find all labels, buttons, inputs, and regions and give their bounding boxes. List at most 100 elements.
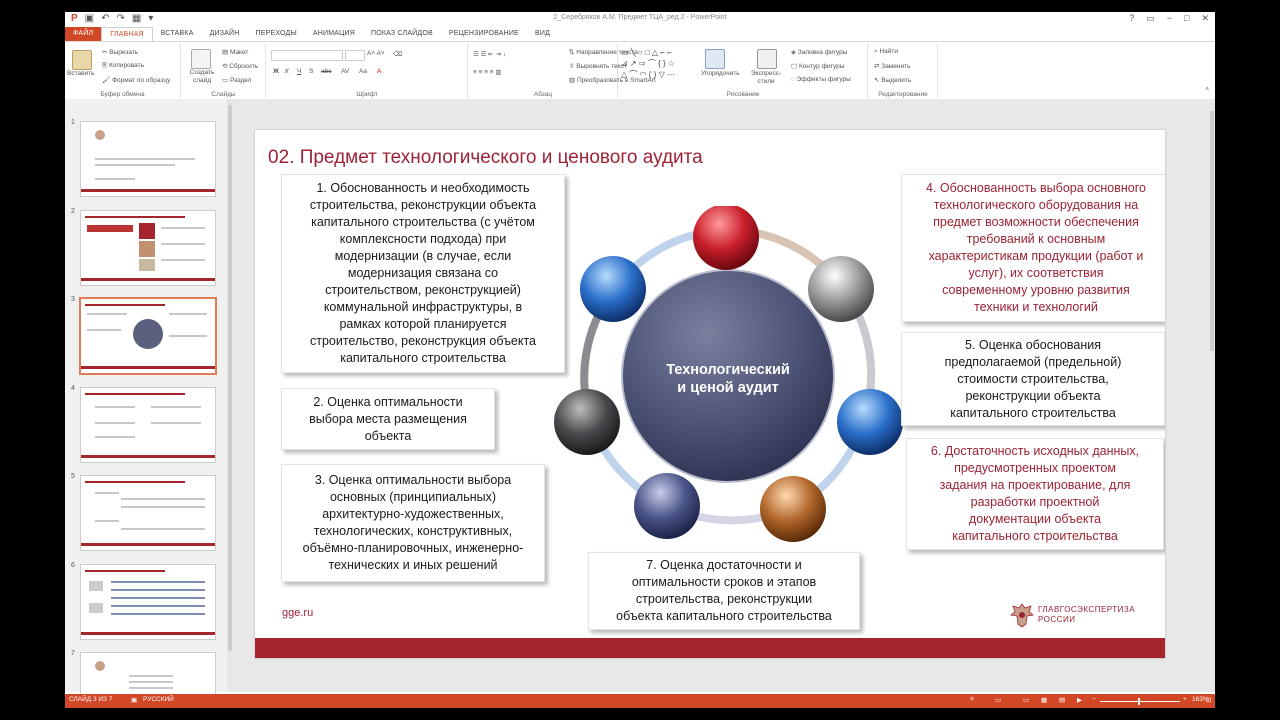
reading-view-icon[interactable]: ▤ (1059, 696, 1065, 704)
help-button[interactable]: ? (1129, 12, 1134, 25)
change-case-button[interactable]: Aa (359, 68, 367, 75)
fit-slide-icon[interactable]: ⊡ (1206, 696, 1211, 704)
quick-styles-button[interactable]: Экспресс-стили (747, 70, 785, 86)
italic-button[interactable]: К (285, 68, 289, 75)
language-indicator[interactable]: РУССКИЙ (143, 696, 174, 703)
replace-button[interactable]: ⇄ Заменить (874, 62, 910, 70)
maximize-button[interactable]: □ (1184, 12, 1189, 25)
reset-button[interactable]: ⟲ Сбросить (222, 62, 258, 70)
box-line: требований к основным (966, 232, 1106, 246)
thumbnail-row[interactable]: 5 (65, 473, 225, 551)
tab-file[interactable]: ФАЙЛ (65, 27, 102, 41)
criterion-2-text: 2. Оценка оптимальности выбора места раз… (309, 394, 467, 445)
thumbnail-number: 6 (71, 562, 75, 569)
criterion-box-2[interactable]: 2. Оценка оптимальности выбора места раз… (281, 388, 495, 450)
slide-thumbnail[interactable] (80, 121, 216, 197)
section-button[interactable]: ▭ Раздел (222, 76, 251, 84)
criterion-box-6[interactable]: 6. Достаточность исходных данных, предус… (906, 438, 1164, 550)
editor-scrollbar-knob[interactable] (1210, 111, 1214, 351)
slide-thumbnail[interactable] (80, 475, 216, 551)
audit-cycle-diagram[interactable]: Технологический и ценой аудит (553, 206, 903, 546)
comments-icon[interactable]: ▭ (995, 696, 1001, 704)
slide-canvas[interactable]: 02. Предмет технологического и ценового … (255, 130, 1165, 658)
orb-blue-right (837, 389, 903, 455)
slide-thumbnail[interactable] (80, 564, 216, 640)
thumbnail-row[interactable]: 4 (65, 385, 225, 463)
font-name-field[interactable] (271, 50, 343, 61)
shape-fill-button[interactable]: ◈ Заливка фигуры (791, 48, 847, 56)
new-slide-button[interactable]: Создать слайд (185, 69, 219, 85)
criterion-box-7[interactable]: 7. Оценка достаточности и оптимальности … (588, 552, 860, 630)
copy-button[interactable]: ⎘ Копировать (102, 62, 144, 70)
slide-thumbnail[interactable] (80, 210, 216, 286)
find-button[interactable]: ⌕ Найти (874, 48, 898, 56)
clear-format-icon[interactable]: ⌫ (393, 50, 402, 58)
ribbon-options-icon[interactable]: ▭ (1146, 12, 1155, 25)
shape-outline-button[interactable]: ▢ Контур фигуры (791, 62, 844, 70)
notes-icon[interactable]: ≡ (970, 696, 974, 703)
strikethrough-button[interactable]: abc (321, 68, 331, 75)
zoom-in-icon[interactable]: + (1183, 696, 1187, 703)
spellcheck-icon[interactable]: ▣ (131, 696, 137, 704)
cut-button[interactable]: ✂ Вырезать (102, 48, 138, 56)
layout-button[interactable]: ▤ Макет (222, 48, 248, 56)
slide-sorter-icon[interactable]: ▦ (1041, 696, 1047, 704)
criterion-box-4[interactable]: 4. Обоснованность выбора основного техно… (901, 174, 1165, 322)
website-link[interactable]: gge.ru (282, 607, 313, 619)
tab-home[interactable]: ГЛАВНАЯ (101, 27, 153, 41)
underline-button[interactable]: Ч (297, 68, 301, 75)
zoom-out-icon[interactable]: − (1092, 696, 1096, 703)
new-slide-icon[interactable] (191, 49, 211, 69)
slide-title[interactable]: 02. Предмет технологического и ценового … (268, 147, 703, 169)
tab-transitions[interactable]: ПЕРЕХОДЫ (248, 27, 305, 41)
shape-effects-button[interactable]: ◌ Эффекты фигуры (791, 76, 851, 83)
thumbnail-row[interactable]: 1 (65, 119, 225, 197)
zoom-slider-knob[interactable] (1138, 698, 1140, 705)
thumbnail-number: 1 (71, 119, 75, 126)
tab-review[interactable]: РЕЦЕНЗИРОВАНИЕ (441, 27, 527, 41)
tab-view[interactable]: ВИД (527, 27, 558, 41)
font-size-field[interactable] (345, 50, 365, 61)
criterion-box-1[interactable]: 1. Обоснованность и необходимость строит… (281, 174, 565, 373)
shadow-button[interactable]: S (309, 68, 313, 75)
shapes-gallery[interactable]: ▭ ╲ ○ □ △ ⌐ ⌐ ⊿ ↗ ⇨ ⌒ { } ☆ △ ⌒ ◠ ( ) ▽ ⋯ (621, 47, 675, 80)
paste-icon[interactable] (72, 50, 92, 70)
select-button[interactable]: ↖ Выделить (874, 76, 911, 84)
font-color-button[interactable]: A (377, 68, 381, 75)
copy-label: Копировать (109, 62, 145, 69)
minimize-button[interactable]: − (1167, 12, 1172, 25)
quick-styles-icon[interactable] (757, 49, 777, 69)
grow-font-icon[interactable]: A˄ A˅ (367, 50, 385, 57)
arrange-button[interactable]: Упорядочить (701, 70, 740, 77)
criterion-box-3[interactable]: 3. Оценка оптимальности выбора основных … (281, 464, 545, 582)
thumbnail-row-selected[interactable]: 3 (65, 296, 225, 375)
thumbnail-line (121, 528, 205, 530)
tab-slideshow[interactable]: ПОКАЗ СЛАЙДОВ (363, 27, 441, 41)
close-button[interactable]: ✕ (1201, 12, 1209, 25)
paste-button[interactable]: Вставить (67, 70, 95, 77)
tab-insert[interactable]: ВСТАВКА (153, 27, 202, 41)
thumbnail-line (111, 589, 205, 591)
format-painter-button[interactable]: 🖌 Формат по образцу (102, 76, 170, 84)
criterion-box-5[interactable]: 5. Оценка обоснования предполагаемой (пр… (901, 332, 1165, 426)
align-icons[interactable]: ≡ ≡ ≡ ≡ ▥ (473, 68, 502, 76)
bold-button[interactable]: Ж (273, 68, 279, 75)
tab-design[interactable]: ДИЗАЙН (202, 27, 248, 41)
thumbnail-row[interactable]: 6 (65, 562, 225, 640)
thumbnail-scrollbar-knob[interactable] (228, 105, 232, 651)
slide-thumbnail[interactable] (80, 387, 216, 463)
box-line: капитального строительства (950, 405, 1116, 420)
zoom-slider[interactable] (1100, 701, 1180, 702)
tab-animation[interactable]: АНИМАЦИЯ (305, 27, 363, 41)
thumbnail-line (169, 313, 207, 315)
character-spacing-button[interactable]: AV (341, 68, 349, 75)
thumbnail-number: 5 (71, 473, 75, 480)
thumbnail-row[interactable]: 2 (65, 208, 225, 286)
arrange-icon[interactable] (705, 49, 725, 69)
slideshow-icon[interactable]: ▶ (1077, 696, 1082, 704)
normal-view-icon[interactable]: ▭ (1023, 696, 1029, 704)
editor-scrollbar[interactable] (1209, 99, 1215, 692)
bullets-icon[interactable]: ☰ ☰ ⇤ ⇥ ↕ (473, 50, 506, 58)
slide-thumbnail-selected[interactable] (79, 297, 217, 375)
collapse-ribbon-icon[interactable]: ˄ (1205, 86, 1209, 93)
